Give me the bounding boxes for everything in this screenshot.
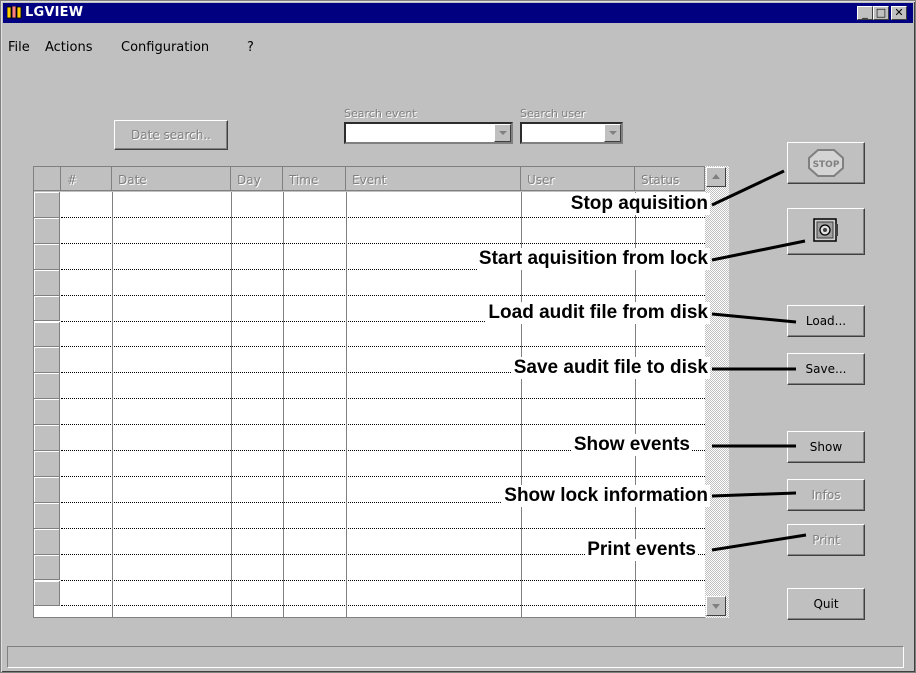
- callout-line-infos: [711, 491, 797, 498]
- annotation-start: Start aquisition from lock: [476, 248, 710, 270]
- callout-line-print: [711, 533, 807, 552]
- annotation-print: Print events: [585, 539, 698, 561]
- annotation-save: Save audit file to disk: [511, 357, 710, 379]
- callout-line-start: [711, 239, 806, 262]
- annotation-lines: [711, 169, 807, 552]
- annotation-load: Load audit file from disk: [486, 302, 710, 324]
- callout-line-stop: [711, 169, 785, 207]
- annotation-infos: Show lock information: [502, 485, 710, 507]
- annotation-stop: Stop aquisition: [568, 193, 710, 215]
- annotation-show: Show events: [571, 434, 692, 456]
- callout-line-load: [711, 312, 797, 324]
